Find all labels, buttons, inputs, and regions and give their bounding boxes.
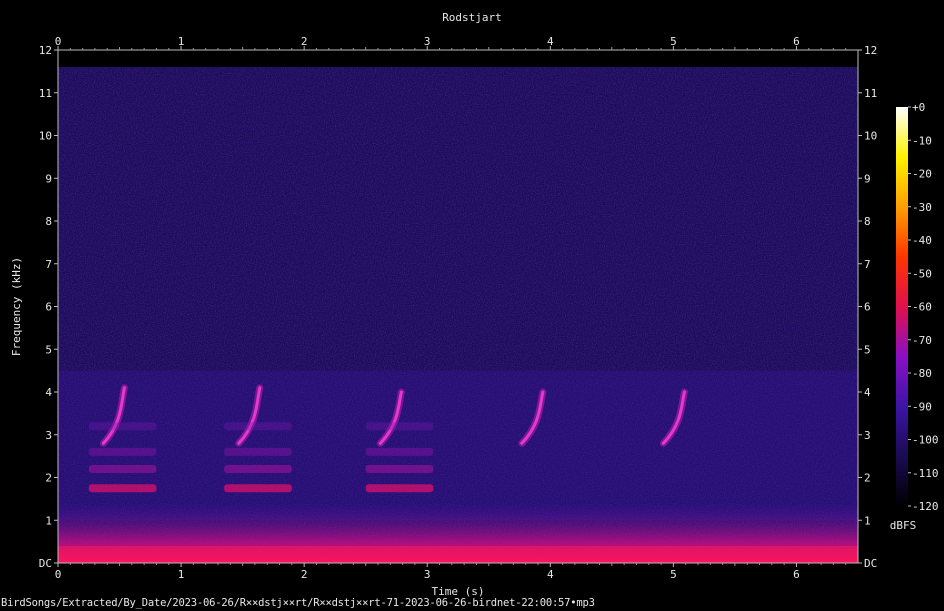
x-tick-label-top: 6 (793, 35, 800, 48)
dc-band (58, 545, 858, 563)
x-tick-label-bottom: 1 (178, 568, 185, 581)
x-tick-label-top: 4 (547, 35, 554, 48)
call-harmonic-2 (88, 464, 157, 473)
y-tick-label-left: 2 (45, 472, 52, 485)
x-tick-label-bottom: 0 (55, 568, 62, 581)
x-tick-label-bottom: 6 (793, 568, 800, 581)
call-harmonic-4 (224, 422, 292, 431)
call-harmonic-3 (88, 447, 157, 456)
colorbar-tick-label: -110 (912, 467, 939, 480)
x-tick-label-top: 1 (178, 35, 185, 48)
y-tick-label-right: 12 (864, 44, 877, 57)
colorbar-tick-label: -60 (912, 301, 932, 314)
y-tick-label-right: 9 (864, 172, 871, 185)
call-harmonic-1 (365, 484, 434, 493)
colorbar-tick-label: -40 (912, 234, 932, 247)
call-harmonic-3 (224, 447, 292, 456)
x-tick-label-top: 3 (424, 35, 431, 48)
y-tick-label-left: 7 (45, 258, 52, 271)
colorbar-tick-label: +0 (912, 101, 925, 114)
y-tick-label-right: 8 (864, 215, 871, 228)
colorbar-tick-label: -120 (912, 500, 939, 513)
colorbar-label: dBFS (890, 519, 917, 532)
y-tick-label-left: 3 (45, 429, 52, 442)
y-tick-label-right: 3 (864, 429, 871, 442)
mid-band-energy (58, 370, 858, 521)
y-tick-label-right: 5 (864, 343, 871, 356)
y-tick-label-left: 5 (45, 343, 52, 356)
x-tick-label-top: 2 (301, 35, 308, 48)
y-tick-label-left: 9 (45, 172, 52, 185)
x-tick-label-bottom: 3 (424, 568, 431, 581)
y-tick-label-left: DC (39, 557, 52, 570)
colorbar-tick-label: -20 (912, 168, 932, 181)
y-tick-label-left: 11 (39, 87, 52, 100)
y-tick-label-left: 8 (45, 215, 52, 228)
y-tick-label-right: 7 (864, 258, 871, 271)
y-tick-label-right: 6 (864, 301, 871, 314)
colorbar-tick-label: -10 (912, 134, 932, 147)
chart-title: Rodstjart (442, 11, 502, 24)
colorbar-tick-label: -30 (912, 201, 932, 214)
file-path: BirdSongs/Extracted/By_Date/2023-06-26/R… (1, 597, 595, 609)
colorbar-tick-label: -100 (912, 434, 939, 447)
colorbar-tick-label: -70 (912, 334, 932, 347)
y-tick-label-right: DC (864, 557, 877, 570)
colorbar-tick-label: -50 (912, 267, 932, 280)
colorbar-tick-label: -90 (912, 400, 932, 413)
colorbar-tick-label: -80 (912, 367, 932, 380)
y-tick-label-right: 4 (864, 386, 871, 399)
x-tick-label-top: 5 (670, 35, 677, 48)
spectrogram-chart: Rodstjart 00112233445566DC DC1 12 23 34 45 56 6… (10, 11, 939, 598)
y-tick-label-right: 10 (864, 130, 877, 143)
y-tick-label-right: 2 (864, 472, 871, 485)
call-harmonic-2 (365, 464, 434, 473)
x-tick-label-bottom: 4 (547, 568, 554, 581)
call-harmonic-1 (224, 484, 292, 493)
y-tick-label-right: 1 (864, 514, 871, 527)
call-harmonic-4 (365, 422, 434, 431)
y-tick-label-right: 11 (864, 87, 877, 100)
x-tick-label-bottom: 5 (670, 568, 677, 581)
call-harmonic-1 (88, 484, 157, 493)
y-tick-label-left: 6 (45, 301, 52, 314)
call-harmonic-3 (365, 447, 434, 456)
x-tick-label-top: 0 (55, 35, 62, 48)
colorbar-gradient (896, 107, 908, 506)
x-tick-label-bottom: 2 (301, 568, 308, 581)
call-harmonic-4 (88, 422, 157, 431)
y-tick-label-left: 12 (39, 44, 52, 57)
y-tick-label-left: 1 (45, 514, 52, 527)
y-axis-label: Frequency (kHz) (10, 257, 23, 356)
call-harmonic-2 (224, 464, 292, 473)
y-tick-label-left: 4 (45, 386, 52, 399)
y-tick-label-left: 10 (39, 130, 52, 143)
